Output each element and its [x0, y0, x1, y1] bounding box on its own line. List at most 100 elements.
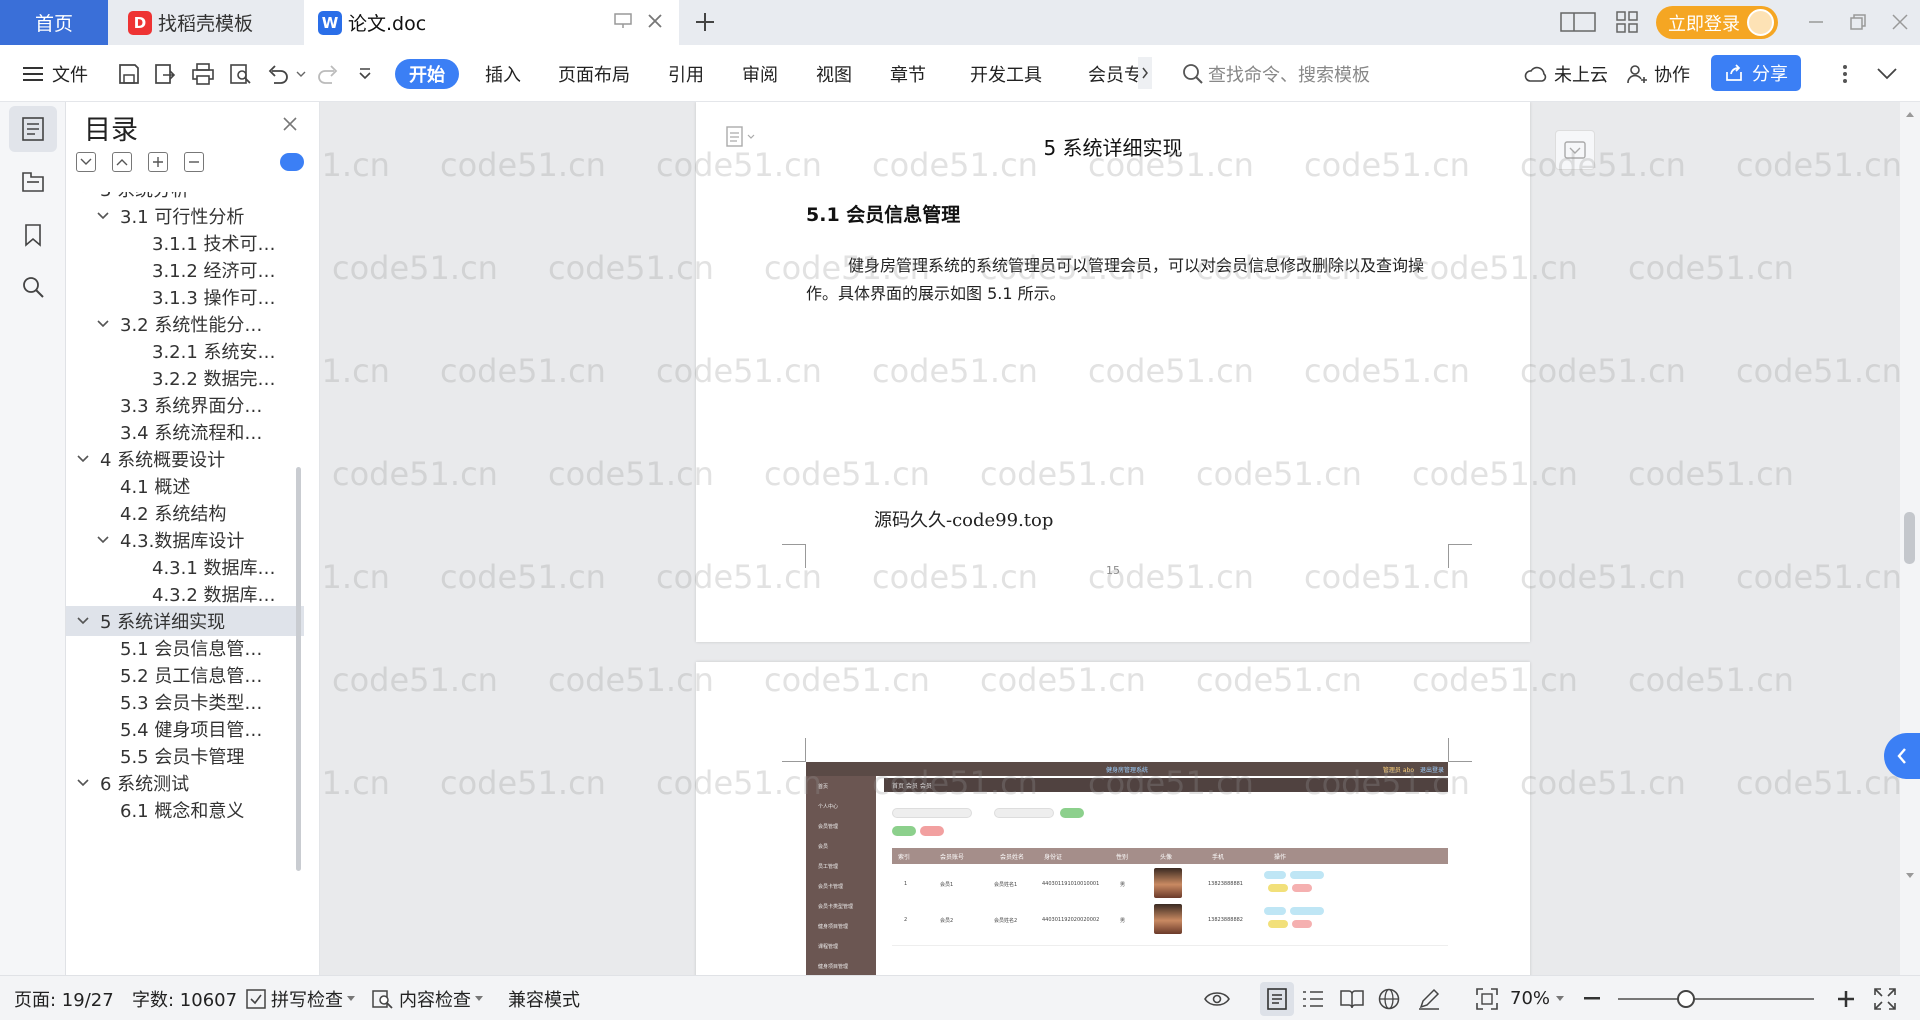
toc-item[interactable]: 4.1 概述 — [66, 471, 304, 501]
close-tab-icon[interactable] — [646, 12, 664, 30]
toc-item[interactable]: 3.2.1 系统安… — [66, 336, 304, 366]
document-page[interactable]: 健身房管理系统 管理员 abo 退出登录 首页 个人中心 会员管理 会员 员工管理 会员卡… — [696, 662, 1530, 975]
zoom-out-icon[interactable] — [1584, 976, 1600, 1021]
page-view-icon[interactable] — [1260, 982, 1294, 1016]
tab-view[interactable]: 视图 — [816, 45, 852, 102]
file-menu[interactable]: 文件 — [22, 45, 88, 102]
apps-grid-icon[interactable] — [1616, 11, 1638, 33]
toc-panel-icon[interactable] — [9, 106, 57, 152]
quick-access-dropdown-icon[interactable] — [358, 45, 372, 102]
login-button[interactable]: 立即登录 — [1656, 6, 1778, 39]
eye-protection-icon[interactable] — [1204, 976, 1230, 1021]
chevron-down-icon[interactable] — [94, 531, 112, 549]
export-pdf-icon[interactable] — [154, 45, 176, 102]
tab-chapter[interactable]: 章节 — [890, 45, 926, 102]
toc-item[interactable]: 5.5 会员卡管理 — [66, 741, 304, 771]
collab-button[interactable]: 协作 — [1626, 45, 1690, 102]
chevron-down-icon[interactable] — [74, 774, 92, 792]
toc-item[interactable]: 4.3.数据库设计 — [66, 525, 304, 555]
zoom-select[interactable]: 70% — [1510, 976, 1565, 1021]
doc-assistant-icon[interactable] — [1555, 130, 1595, 170]
undo-dropdown-icon[interactable] — [296, 45, 306, 102]
new-tab-icon[interactable] — [694, 11, 716, 33]
save-icon[interactable] — [118, 45, 140, 102]
toc-item[interactable]: 4.3.1 数据库… — [66, 552, 304, 582]
toc-item[interactable]: 5.2 员工信息管… — [66, 660, 304, 690]
toc-item[interactable]: 3.1.3 操作可… — [66, 282, 304, 312]
web-view-icon[interactable] — [1378, 976, 1400, 1021]
toc-item[interactable]: 3.4 系统流程和… — [66, 417, 304, 447]
remove-heading-icon[interactable] — [184, 152, 204, 172]
tab-member[interactable]: 会员专 — [1088, 45, 1140, 102]
restore-icon[interactable] — [1848, 12, 1868, 32]
close-icon[interactable] — [282, 116, 298, 132]
right-scrollbar[interactable] — [1900, 102, 1920, 975]
fit-page-icon[interactable] — [1476, 976, 1498, 1021]
toc-item[interactable]: 3.2.2 数据完… — [66, 363, 304, 393]
layout-icon[interactable] — [1560, 11, 1596, 33]
page-count[interactable]: 页面: 19/27 — [14, 976, 114, 1021]
add-heading-icon[interactable] — [148, 152, 168, 172]
chevron-down-icon[interactable] — [74, 450, 92, 468]
undo-icon[interactable] — [266, 45, 290, 102]
toc-item[interactable]: 6 系统测试 — [66, 768, 304, 798]
chevron-down-icon[interactable] — [74, 192, 92, 198]
zoom-in-icon[interactable] — [1838, 976, 1854, 1021]
outline-view-icon[interactable] — [1302, 976, 1324, 1021]
find-icon[interactable] — [9, 264, 57, 310]
zoom-slider[interactable] — [1618, 998, 1814, 1000]
ai-toc-icon[interactable] — [280, 153, 304, 171]
toc-item[interactable]: 3.1.1 技术可… — [66, 228, 304, 258]
minimize-icon[interactable] — [1806, 12, 1826, 32]
toc-item[interactable]: 3.3 系统界面分… — [66, 390, 304, 420]
toc-item[interactable]: 4.3.2 数据库… — [66, 579, 304, 609]
word-count[interactable]: 字数: 10607 — [132, 976, 237, 1021]
tab-start[interactable]: 开始 — [395, 59, 459, 89]
toc-item[interactable]: 5.1 会员信息管… — [66, 633, 304, 663]
share-button[interactable]: 分享 — [1711, 55, 1801, 91]
toc-item[interactable]: 5.4 健身项目管… — [66, 714, 304, 744]
screen-icon[interactable] — [614, 13, 632, 29]
spell-check[interactable]: 拼写检查 — [246, 976, 355, 1021]
toc-item[interactable]: 3.1 可行性分析 — [66, 201, 304, 231]
chevron-down-icon[interactable] — [74, 612, 92, 630]
write-mode-icon[interactable] — [1418, 976, 1440, 1021]
compat-mode[interactable]: 兼容模式 — [508, 976, 580, 1021]
print-preview-icon[interactable] — [229, 45, 253, 102]
tab-page-layout[interactable]: 页面布局 — [558, 45, 630, 102]
cloud-status[interactable]: 未上云 — [1524, 45, 1608, 102]
scroll-thumb[interactable] — [1904, 512, 1915, 564]
tab-insert[interactable]: 插入 — [485, 45, 521, 102]
redo-icon[interactable] — [316, 45, 340, 102]
print-icon[interactable] — [191, 45, 215, 102]
content-check[interactable]: 内容检查 — [372, 976, 483, 1021]
bookmark-icon[interactable] — [9, 212, 57, 258]
fullscreen-icon[interactable] — [1874, 976, 1896, 1021]
toc-item[interactable]: 4 系统概要设计 — [66, 444, 304, 474]
tab-developer[interactable]: 开发工具 — [970, 45, 1042, 102]
chevron-down-icon[interactable] — [94, 315, 112, 333]
toc-item[interactable]: 3.2 系统性能分… — [66, 309, 304, 339]
close-window-icon[interactable] — [1890, 12, 1910, 32]
tab-docer[interactable]: D 找稻壳模板 — [110, 0, 302, 45]
tab-home[interactable]: 首页 — [0, 0, 108, 45]
toc-item[interactable]: 5.3 会员卡类型… — [66, 687, 304, 717]
collapse-ribbon-icon[interactable] — [1876, 45, 1898, 102]
document-page[interactable]: 5 系统详细实现 5.1 会员信息管理 健身房管理系统的系统管理员可以管理会员，… — [696, 102, 1530, 642]
document-area[interactable]: 5 系统详细实现 5.1 会员信息管理 健身房管理系统的系统管理员可以管理会员，… — [320, 102, 1900, 975]
tab-review[interactable]: 审阅 — [742, 45, 778, 102]
scroll-down-icon[interactable] — [1905, 872, 1915, 880]
expand-all-icon[interactable] — [76, 152, 96, 172]
more-options-icon[interactable] — [1842, 45, 1848, 102]
tab-references[interactable]: 引用 — [668, 45, 704, 102]
command-search[interactable]: 查找命令、搜索模板 — [1182, 45, 1370, 102]
reading-view-icon[interactable] — [1340, 976, 1364, 1021]
navigation-icon[interactable] — [9, 158, 57, 204]
toc-item[interactable]: 5 系统详细实现 — [66, 606, 304, 636]
chevron-down-icon[interactable] — [94, 207, 112, 225]
tab-document[interactable]: W 论文.doc — [304, 0, 679, 45]
toc-item[interactable]: 3.1.2 经济可… — [66, 255, 304, 285]
scroll-up-icon[interactable] — [1905, 110, 1915, 118]
toc-item[interactable]: 6.1 概念和意义 — [66, 795, 304, 825]
collapse-all-icon[interactable] — [112, 152, 132, 172]
